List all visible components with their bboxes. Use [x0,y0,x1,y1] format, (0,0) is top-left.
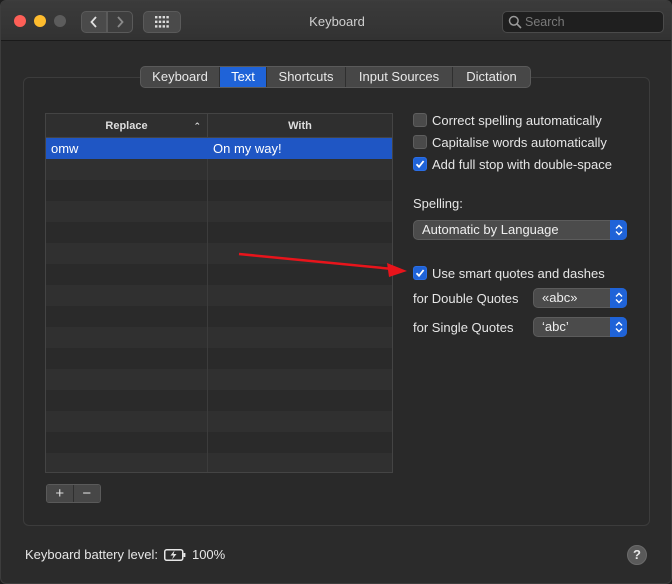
spelling-label: Spelling: [413,196,463,211]
table-header: Replace ⌃ With [46,114,392,138]
tab-keyboard[interactable]: Keyboard [141,67,220,87]
empty-row [46,285,392,306]
search-input[interactable] [525,14,659,30]
popup-arrows-icon [610,288,627,308]
battery-charging-icon [163,548,186,561]
checkbox-label: Correct spelling automatically [432,112,602,128]
column-header-with[interactable]: With [208,114,392,137]
tab-bar: Keyboard Text Shortcuts Input Sources Di… [140,66,531,88]
tab-text[interactable]: Text [220,67,267,87]
correct-spelling-checkbox[interactable]: Correct spelling automatically [413,112,602,128]
empty-row [46,348,392,369]
empty-row [46,306,392,327]
empty-row [46,369,392,390]
remove-button[interactable]: − [73,485,100,502]
empty-row [46,243,392,264]
popup-value: Automatic by Language [422,222,559,237]
empty-row [46,201,392,222]
column-header-label: Replace [105,120,148,132]
sort-ascending-icon: ⌃ [193,121,201,131]
checkmark-icon [415,269,425,278]
checkbox-label: Use smart quotes and dashes [432,265,605,281]
checkbox-label: Capitalise words automatically [432,134,607,150]
search-icon [508,15,522,29]
empty-row [46,432,392,453]
empty-row [46,411,392,432]
popup-value: «abc» [542,290,578,305]
spelling-language-popup[interactable]: Automatic by Language [413,220,627,240]
popup-arrows-icon [610,220,627,240]
tab-input-sources[interactable]: Input Sources [346,67,453,87]
search-field[interactable] [502,11,664,33]
single-quotes-popup[interactable]: ‘abc’ [533,317,627,337]
empty-row [46,327,392,348]
help-button[interactable]: ? [627,545,647,565]
checkbox-unchecked[interactable] [413,113,427,127]
double-quotes-popup[interactable]: «abc» [533,288,627,308]
battery-status: Keyboard battery level: 100% [25,547,225,562]
checkbox-label: Add full stop with double-space [432,156,612,172]
popup-value: ‘abc’ [542,319,569,334]
capitalise-words-checkbox[interactable]: Capitalise words automatically [413,134,607,150]
empty-row [46,264,392,285]
empty-row [46,222,392,243]
single-quotes-label: for Single Quotes [413,320,514,335]
battery-label: Keyboard battery level: [25,547,158,562]
smart-quotes-checkbox[interactable]: Use smart quotes and dashes [413,265,605,281]
empty-row [46,159,392,180]
checkbox-checked[interactable] [413,266,427,280]
column-header-replace[interactable]: Replace ⌃ [46,114,208,137]
with-cell[interactable]: On my way! [208,138,392,159]
add-button[interactable]: + [47,485,74,502]
popup-arrows-icon [610,317,627,337]
empty-row [46,453,392,472]
tab-dictation[interactable]: Dictation [453,67,530,87]
text-replacement-table: Replace ⌃ With omw On my way! [45,113,393,473]
checkbox-checked[interactable] [413,157,427,171]
full-stop-checkbox[interactable]: Add full stop with double-space [413,156,612,172]
table-row[interactable]: omw On my way! [46,138,392,159]
empty-row [46,180,392,201]
keyboard-preferences-window: Keyboard Keyboard Text Shortcuts Input S… [0,0,672,584]
add-remove-buttons: + − [46,484,101,503]
title-bar: Keyboard [1,1,671,41]
double-quotes-label: for Double Quotes [413,291,519,306]
battery-value: 100% [191,547,226,562]
table-body: omw On my way! [46,138,392,472]
replace-cell[interactable]: omw [46,138,208,159]
checkbox-unchecked[interactable] [413,135,427,149]
tab-shortcuts[interactable]: Shortcuts [267,67,346,87]
empty-row [46,390,392,411]
checkmark-icon [415,160,425,169]
